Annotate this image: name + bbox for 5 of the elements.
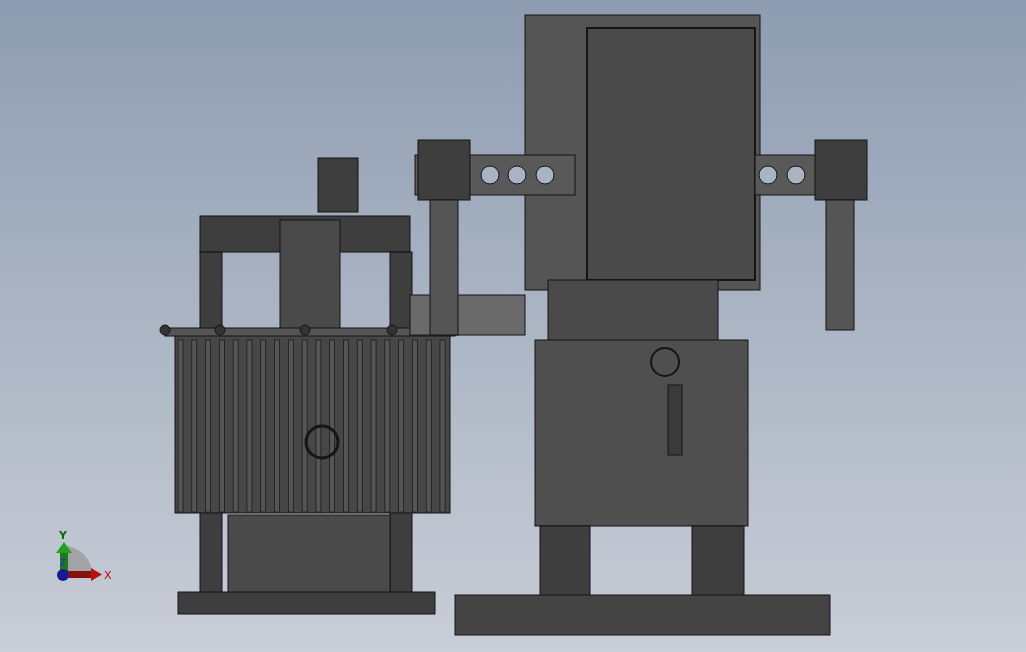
y-axis-label: Y — [59, 530, 67, 542]
z-axis-dot-icon — [57, 569, 69, 581]
cad-viewport[interactable]: Y X Z — [0, 0, 1026, 652]
z-axis-label: Z — [60, 558, 66, 570]
x-axis-label: X — [104, 570, 112, 582]
